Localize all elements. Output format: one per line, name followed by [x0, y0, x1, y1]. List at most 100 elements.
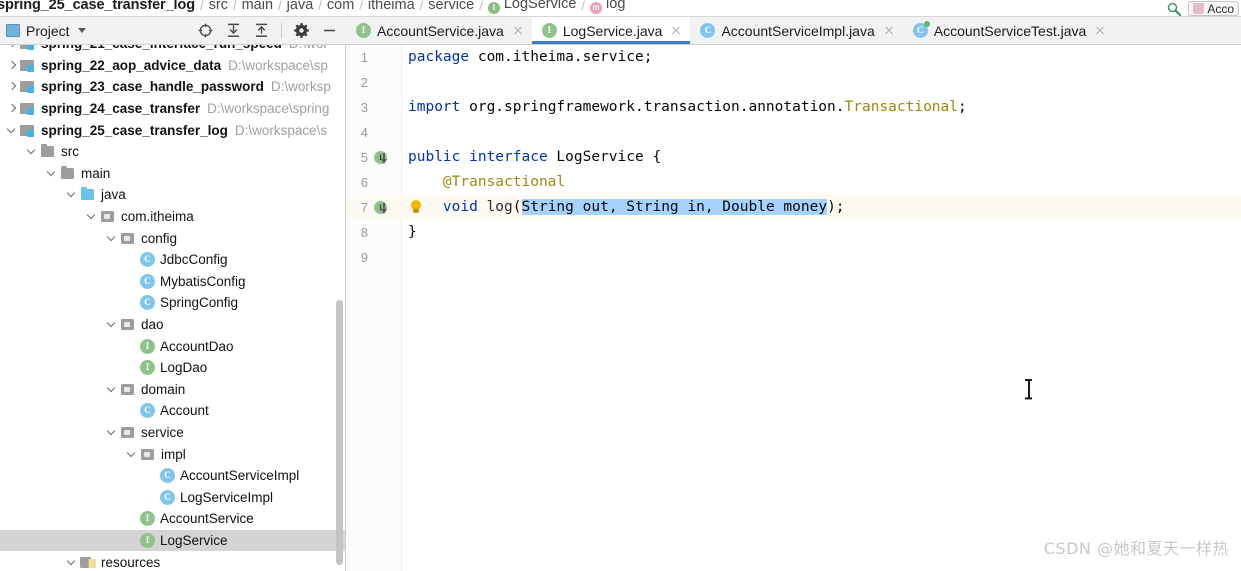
- breadcrumb-item-com[interactable]: com: [324, 0, 357, 14]
- chevron-collapsed-icon[interactable]: [6, 45, 19, 50]
- search-icon[interactable]: [1166, 1, 1182, 17]
- collapse-all-icon[interactable]: [253, 22, 270, 39]
- breadcrumb-item-service[interactable]: service: [425, 0, 477, 14]
- tree-node[interactable]: C SpringConfig: [0, 292, 345, 314]
- hide-panel-icon[interactable]: [321, 22, 338, 39]
- chevron-collapsed-icon[interactable]: [6, 102, 19, 115]
- project-panel-title-group[interactable]: Project: [6, 23, 86, 39]
- code-line[interactable]: 8}: [346, 220, 1241, 245]
- tree-node[interactable]: domain: [0, 379, 345, 401]
- editor-tab-bar[interactable]: I AccountService.java I LogService.java C Acc…: [346, 17, 1241, 45]
- implemented-by-icon[interactable]: I: [374, 150, 389, 165]
- breadcrumb[interactable]: spring_25_case_transfer_log / src / main / jav…: [0, 0, 628, 14]
- tree-node[interactable]: java: [0, 184, 345, 206]
- chevron-expanded-icon[interactable]: [26, 145, 39, 158]
- breadcrumb-separator: /: [419, 0, 424, 13]
- close-icon[interactable]: [512, 25, 524, 37]
- tree-node[interactable]: main: [0, 163, 345, 185]
- tree-node[interactable]: spring_24_case_transfer D:\workspace\spri…: [0, 98, 345, 120]
- implemented-by-icon[interactable]: I: [374, 200, 389, 215]
- breadcrumb-bar: spring_25_case_transfer_log / src / main / jav…: [0, 0, 1241, 17]
- code-editor[interactable]: 1 package com.itheima.service; 2 3 import or…: [346, 45, 1241, 571]
- tree-node[interactable]: dao: [0, 314, 345, 336]
- chevron-expanded-icon[interactable]: [106, 383, 119, 396]
- project-tree[interactable]: spring_21_case_interface_run_speed D:\wor…: [0, 45, 346, 571]
- breadcrumb-item-itheima[interactable]: itheima: [365, 0, 418, 14]
- code-line[interactable]: 7I void log(String out, String in, Doubl…: [346, 195, 1241, 220]
- code-line[interactable]: 5 Ipublic interface LogService {: [346, 145, 1241, 170]
- breadcrumb-item-java[interactable]: java: [284, 0, 317, 14]
- tree-node[interactable]: I LogService: [0, 529, 345, 552]
- chevron-collapsed-icon[interactable]: [6, 59, 19, 72]
- chevron-expanded-icon[interactable]: [46, 167, 59, 180]
- code-line[interactable]: 1 package com.itheima.service;: [346, 45, 1241, 70]
- tree-node[interactable]: spring_25_case_transfer_log D:\workspace\…: [0, 119, 345, 141]
- editor-tab-accountservicetest-java[interactable]: C AccountServiceTest.java: [903, 17, 1115, 44]
- editor-code-area[interactable]: 1 package com.itheima.service; 2 3 import or…: [346, 45, 1241, 571]
- tree-node-label: LogDao: [160, 360, 208, 376]
- tree-node[interactable]: src: [0, 141, 345, 163]
- chevron-expanded-icon[interactable]: [106, 232, 119, 245]
- module-icon: [20, 45, 36, 51]
- run-configuration-chip[interactable]: Acco: [1188, 1, 1239, 16]
- line-number: 4: [360, 125, 368, 140]
- tree-node[interactable]: config: [0, 227, 345, 249]
- code-token: package: [408, 49, 470, 65]
- tree-node[interactable]: resources: [0, 551, 345, 571]
- code-line[interactable]: 2: [346, 70, 1241, 95]
- breadcrumb-item-log[interactable]: m log: [587, 0, 628, 14]
- tree-node[interactable]: I AccountService: [0, 508, 345, 530]
- tree-node[interactable]: C AccountServiceImpl: [0, 465, 345, 487]
- code-token: com.itheima.service;: [469, 49, 653, 65]
- chevron-down-icon[interactable]: [77, 28, 86, 33]
- editor-tab-accountservice-java[interactable]: I AccountService.java: [346, 17, 532, 44]
- chevron-expanded-icon[interactable]: [106, 318, 119, 331]
- editor-tab-label: LogService.java: [562, 22, 663, 39]
- chevron-expanded-icon[interactable]: [106, 426, 119, 439]
- breadcrumb-item-spring-25-case-transfer-log[interactable]: spring_25_case_transfer_log: [0, 0, 198, 14]
- code-line[interactable]: 9: [346, 245, 1241, 270]
- breadcrumb-item-logservice[interactable]: I LogService: [485, 0, 580, 14]
- tree-node[interactable]: C LogServiceImpl: [0, 486, 345, 508]
- tree-node[interactable]: com.itheima: [0, 206, 345, 228]
- tree-node-label: spring_22_aop_advice_data: [41, 57, 222, 73]
- tree-node-label: spring_23_case_handle_password: [41, 79, 264, 95]
- tree-node[interactable]: spring_21_case_interface_run_speed D:\wor: [0, 45, 345, 55]
- tree-node[interactable]: service: [0, 422, 345, 444]
- chevron-expanded-icon[interactable]: [86, 210, 99, 223]
- settings-gear-icon[interactable]: [293, 22, 310, 39]
- code-line[interactable]: 4: [346, 120, 1241, 145]
- close-icon[interactable]: [883, 25, 895, 37]
- tree-node-spacer: [126, 296, 139, 309]
- expand-all-icon[interactable]: [225, 22, 242, 39]
- tree-node[interactable]: C Account: [0, 400, 345, 422]
- tree-node[interactable]: I LogDao: [0, 357, 345, 379]
- method-icon: m: [590, 2, 603, 14]
- close-icon[interactable]: [1094, 25, 1106, 37]
- tree-node[interactable]: spring_23_case_handle_password D:\worksp: [0, 76, 345, 98]
- code-token: );: [827, 199, 845, 215]
- breadcrumb-item-src[interactable]: src: [206, 0, 231, 14]
- chevron-expanded-icon[interactable]: [66, 556, 79, 569]
- chevron-collapsed-icon[interactable]: [6, 80, 19, 93]
- editor-tab-label: AccountServiceTest.java: [933, 22, 1087, 39]
- tree-scrollbar[interactable]: [336, 300, 343, 565]
- tree-node[interactable]: spring_22_aop_advice_data D:\workspace\sp: [0, 55, 345, 77]
- tree-node[interactable]: impl: [0, 443, 345, 465]
- chevron-expanded-icon[interactable]: [6, 124, 19, 137]
- code-line[interactable]: 6 @Transactional: [346, 170, 1241, 195]
- close-icon[interactable]: [670, 25, 682, 37]
- code-line[interactable]: 3 import org.springframework.transaction.…: [346, 95, 1241, 120]
- tree-node[interactable]: I AccountDao: [0, 335, 345, 357]
- chevron-expanded-icon[interactable]: [66, 188, 79, 201]
- breadcrumb-item-main[interactable]: main: [239, 0, 276, 14]
- project-panel-toolbar: [197, 22, 340, 39]
- tree-node[interactable]: C MybatisConfig: [0, 271, 345, 293]
- select-opened-file-icon[interactable]: [197, 22, 214, 39]
- tree-node[interactable]: C JdbcConfig: [0, 249, 345, 271]
- chevron-expanded-icon[interactable]: [126, 448, 139, 461]
- editor-tab-accountserviceimpl-java[interactable]: C AccountServiceImpl.java: [690, 17, 902, 44]
- editor-tab-logservice-java[interactable]: I LogService.java: [531, 17, 691, 44]
- module-icon: [20, 123, 36, 138]
